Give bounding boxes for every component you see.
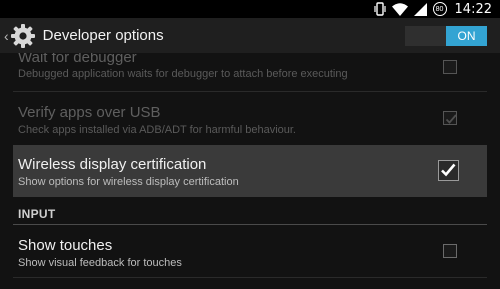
- verify-apps-usb-checkbox[interactable]: [443, 111, 457, 125]
- vibrate-icon: [373, 2, 386, 16]
- battery-icon: 80: [432, 2, 447, 16]
- show-touches-checkbox[interactable]: [443, 244, 457, 258]
- wait-for-debugger-checkbox[interactable]: [443, 60, 457, 74]
- pref-verify-apps-usb[interactable]: Verify apps over USB Check apps installe…: [0, 92, 500, 144]
- battery-level: 80: [432, 2, 447, 16]
- wireless-display-checkbox[interactable]: [438, 160, 459, 181]
- toggle-off-area: [405, 26, 446, 46]
- pref-summary: Check apps installed via ADB/ADT for har…: [18, 124, 296, 136]
- page-title: Developer options: [42, 27, 164, 44]
- pref-summary: Show visual feedback for touches: [18, 257, 182, 269]
- check-icon: [441, 163, 456, 177]
- developer-options-toggle[interactable]: ON: [405, 26, 487, 46]
- pref-wireless-display-certification[interactable]: Wireless display certification Show opti…: [13, 145, 487, 197]
- toggle-on-label: ON: [446, 26, 487, 46]
- status-clock: 14:22: [454, 1, 492, 17]
- pref-wait-for-debugger[interactable]: Wait for debugger Debugged application w…: [0, 53, 500, 85]
- pref-title: Verify apps over USB: [18, 104, 161, 121]
- pref-title: Wireless display certification: [18, 156, 207, 173]
- pref-summary: Debugged application waits for debugger …: [18, 68, 348, 80]
- section-header-input: INPUT: [18, 207, 56, 221]
- preference-list: Wait for debugger Debugged application w…: [0, 53, 500, 289]
- gear-icon[interactable]: [10, 23, 36, 49]
- divider: [13, 277, 487, 278]
- pref-title: Wait for debugger: [18, 53, 137, 66]
- action-bar: ‹ Developer options ON: [0, 18, 500, 53]
- wifi-icon: [391, 2, 408, 16]
- pref-title: Show touches: [18, 237, 113, 254]
- status-bar: 80 14:22: [0, 0, 500, 18]
- pref-summary: Show options for wireless display certif…: [18, 176, 239, 188]
- check-icon: [445, 114, 457, 124]
- pref-show-touches[interactable]: Show touches Show visual feedback for to…: [0, 225, 500, 277]
- back-caret-icon[interactable]: ‹: [4, 28, 9, 44]
- signal-icon: [413, 2, 427, 16]
